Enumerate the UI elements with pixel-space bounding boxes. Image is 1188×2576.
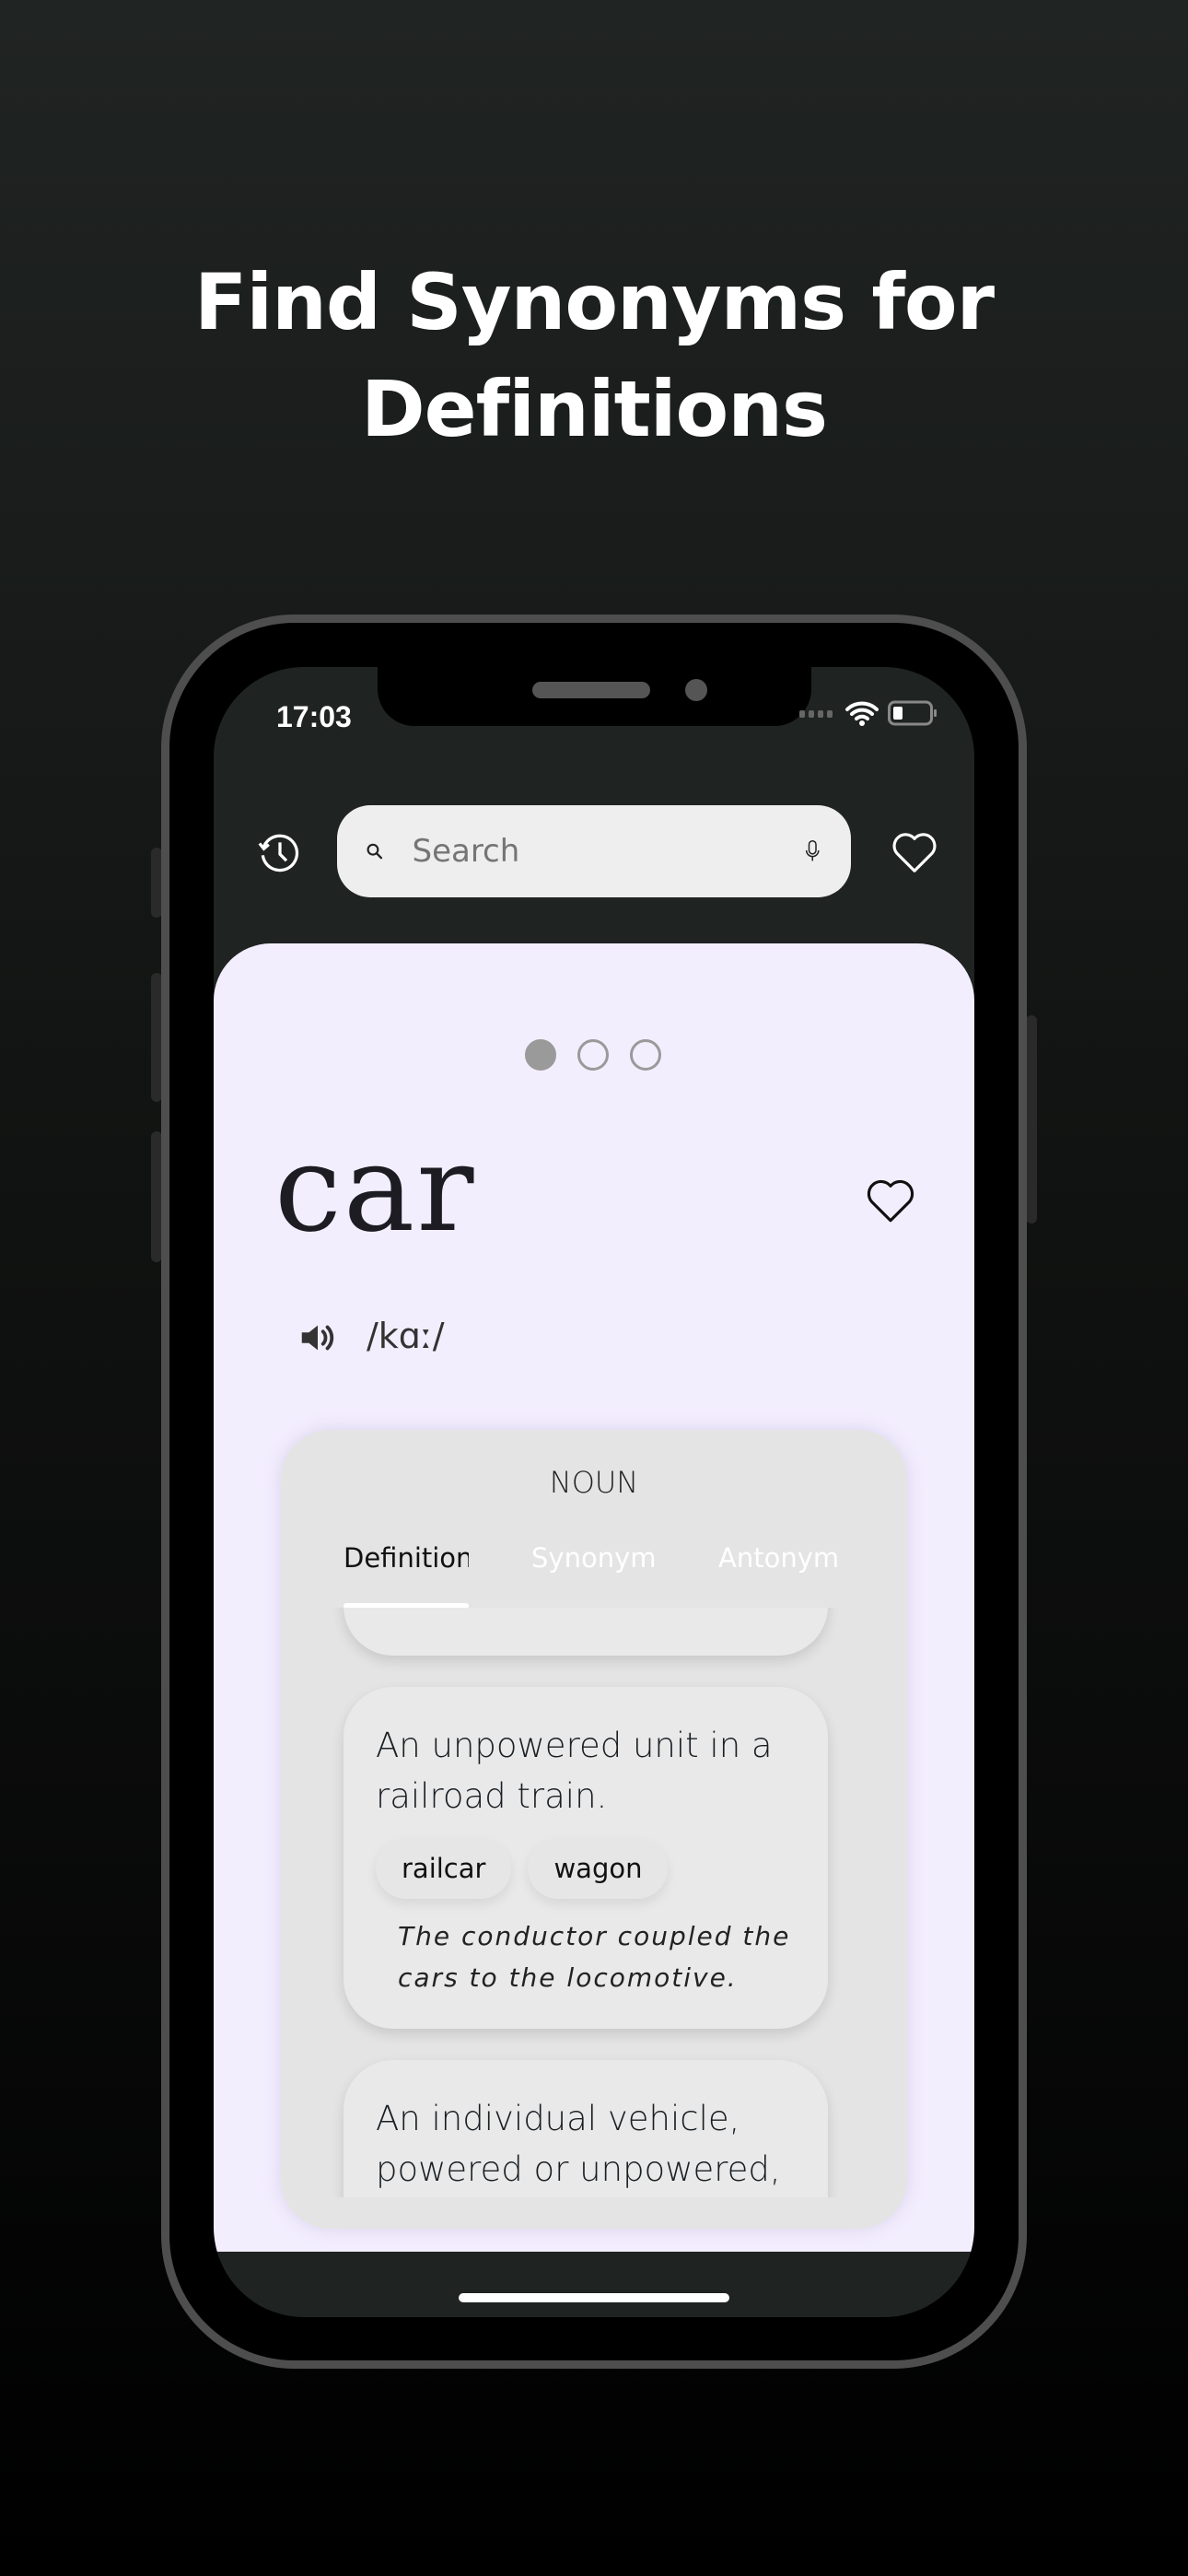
power-button bbox=[1026, 1015, 1037, 1224]
synonym-chip[interactable]: wagon bbox=[528, 1838, 669, 1899]
notch bbox=[378, 667, 811, 726]
search-bar[interactable] bbox=[337, 805, 851, 897]
definition-item[interactable]: An individual vehicle, powered or unpowe… bbox=[344, 2060, 828, 2197]
word-panel: car /kɑː/ NOUN Definition Synonym Antony… bbox=[214, 943, 974, 2252]
definition-item[interactable]: An unpowered unit in a railroad train. r… bbox=[344, 1687, 828, 2029]
speaker-icon[interactable] bbox=[297, 1317, 339, 1359]
headword: car bbox=[274, 1118, 476, 1259]
headline-line-1: Find Synonyms for bbox=[193, 257, 995, 347]
definition-item[interactable] bbox=[344, 1608, 828, 1656]
search-icon bbox=[367, 843, 383, 860]
wifi-icon bbox=[845, 701, 879, 726]
synonym-chip[interactable]: railcar bbox=[376, 1838, 512, 1899]
app-screen: 17:03 car /kɑː/ NOUN Definition Synonym … bbox=[214, 667, 974, 2317]
definition-card: NOUN Definition Synonym Antonym An unpow… bbox=[281, 1430, 907, 2229]
page-dot-active[interactable] bbox=[525, 1039, 556, 1071]
favorites-heart-icon[interactable] bbox=[890, 827, 939, 877]
definition-text: An individual vehicle, powered or unpowe… bbox=[376, 2099, 781, 2189]
tab-antonym[interactable]: Antonym bbox=[718, 1542, 839, 1574]
history-icon[interactable] bbox=[254, 827, 306, 879]
tab-definition[interactable]: Definition bbox=[344, 1542, 469, 1574]
tab-synonym[interactable]: Synonym bbox=[531, 1542, 656, 1574]
status-time: 17:03 bbox=[276, 700, 352, 733]
page-dot[interactable] bbox=[577, 1039, 609, 1071]
search-input[interactable] bbox=[412, 833, 803, 870]
part-of-speech: NOUN bbox=[549, 1465, 639, 1500]
headline-line-2: Definitions bbox=[360, 364, 828, 454]
page-dot[interactable] bbox=[630, 1039, 661, 1071]
pronunciation: /kɑː/ bbox=[367, 1316, 445, 1356]
signal-icon bbox=[799, 710, 833, 718]
status-icons bbox=[799, 700, 938, 726]
favorite-word-heart-icon[interactable] bbox=[864, 1174, 917, 1227]
definition-text: An unpowered unit in a railroad train. bbox=[376, 1726, 773, 1816]
home-indicator[interactable] bbox=[459, 2293, 729, 2302]
example-sentence: The conductor coupled the cars to the lo… bbox=[398, 1921, 791, 1993]
battery-icon bbox=[888, 700, 937, 726]
definition-list[interactable]: An unpowered unit in a railroad train. r… bbox=[281, 1608, 907, 2197]
microphone-icon[interactable] bbox=[802, 828, 823, 874]
headline: Find Synonyms for Definitions bbox=[0, 249, 1188, 463]
